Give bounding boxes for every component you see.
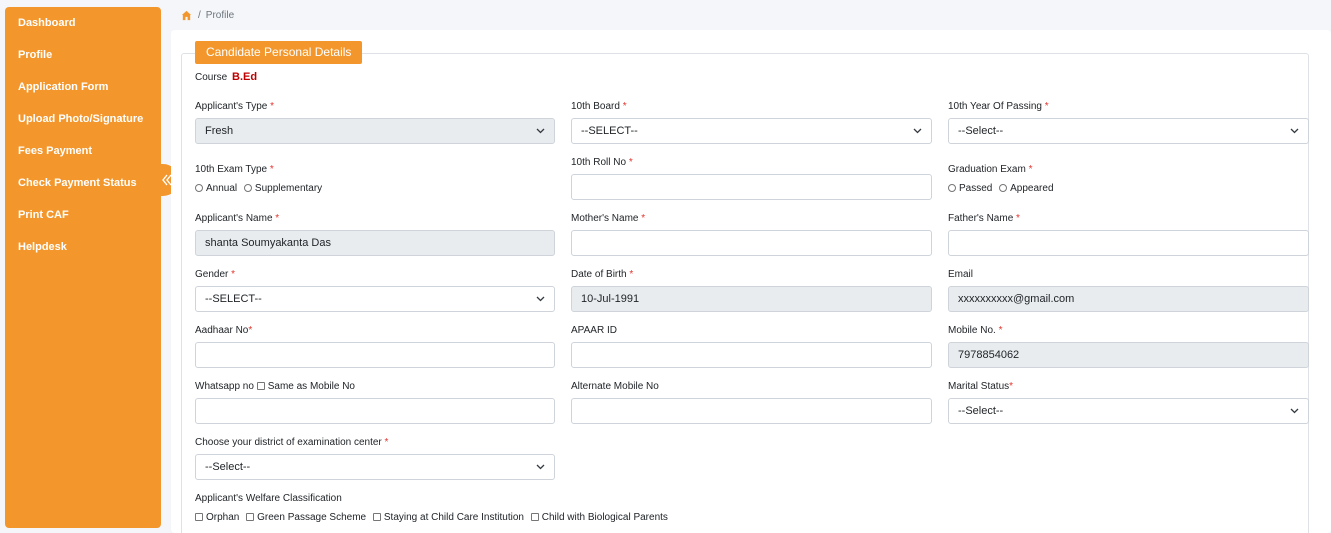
father-name-label: Father's Name * (948, 213, 1020, 224)
board-10th-select[interactable]: --SELECT-- (571, 118, 932, 144)
sidebar-item-helpdesk[interactable]: Helpdesk (5, 231, 161, 263)
course-info: Course B.Ed (195, 71, 257, 83)
checkbox-icon[interactable] (256, 382, 265, 390)
checkbox-icon[interactable] (530, 513, 539, 521)
course-value: B.Ed (232, 71, 258, 83)
radio-icon[interactable] (999, 184, 1008, 192)
welfare-biological-parents-option[interactable]: Child with Biological Parents (530, 512, 668, 523)
sidebar-item-dashboard[interactable]: Dashboard (5, 7, 161, 39)
marital-status-select[interactable]: --Select-- (948, 398, 1309, 424)
chevron-down-icon (536, 464, 545, 470)
applicant-name-label: Applicant's Name * (195, 213, 280, 224)
breadcrumb-separator: / (198, 9, 201, 21)
radio-icon[interactable] (195, 184, 203, 192)
email-input[interactable]: xxxxxxxxxx@gmail.com (948, 286, 1309, 312)
whatsapp-input[interactable] (195, 398, 555, 424)
section-title: Candidate Personal Details (195, 41, 363, 64)
graduation-exam-options: Passed Appeared (948, 183, 1058, 194)
father-name-input[interactable] (948, 230, 1309, 256)
apaar-label: APAAR ID (571, 325, 617, 336)
sidebar-item-upload-photo-signature[interactable]: Upload Photo/Signature (5, 103, 161, 135)
graduation-passed-option[interactable]: Passed (948, 183, 992, 194)
roll-10th-input[interactable] (571, 174, 932, 200)
chevron-down-icon (1290, 408, 1299, 414)
chevron-down-icon (536, 296, 545, 302)
sidebar-item-application-form[interactable]: Application Form (5, 71, 161, 103)
exam-type-10th-options: Annual Supplementary (195, 183, 326, 194)
aadhaar-input[interactable] (195, 342, 555, 368)
chevron-down-icon (1290, 128, 1299, 134)
breadcrumb: / Profile (181, 8, 234, 22)
gender-select[interactable]: --SELECT-- (195, 286, 555, 312)
dob-label: Date of Birth * (571, 269, 634, 280)
welfare-label: Applicant's Welfare Classification (195, 493, 342, 504)
main-card: Candidate Personal Details Course B.Ed A… (171, 30, 1331, 533)
exam-type-10th-label: 10th Exam Type * (195, 164, 274, 175)
welfare-options: Orphan Green Passage Scheme Staying at C… (195, 512, 672, 523)
exam-type-supplementary-option[interactable]: Supplementary (243, 183, 322, 194)
roll-10th-label: 10th Roll No * (571, 157, 633, 168)
marital-status-label: Marital Status* (948, 381, 1014, 392)
applicant-type-label: Applicant's Type * (195, 101, 275, 112)
breadcrumb-current: Profile (205, 9, 235, 21)
mobile-label: Mobile No. * (948, 325, 1003, 336)
welfare-orphan-option[interactable]: Orphan (195, 512, 239, 523)
same-as-mobile-checkbox[interactable]: Same as Mobile No (256, 381, 355, 392)
alt-mobile-input[interactable] (571, 398, 932, 424)
gender-label: Gender * (195, 269, 236, 280)
graduation-appeared-option[interactable]: Appeared (999, 183, 1054, 194)
board-10th-label: 10th Board * (571, 101, 627, 112)
alt-mobile-label: Alternate Mobile No (571, 381, 659, 392)
apaar-input[interactable] (571, 342, 932, 368)
mother-name-label: Mother's Name * (571, 213, 646, 224)
sidebar-item-print-caf[interactable]: Print CAF (5, 199, 161, 231)
chevron-down-icon (536, 128, 545, 134)
year-10th-select[interactable]: --Select-- (948, 118, 1309, 144)
exam-type-annual-option[interactable]: Annual (195, 183, 237, 194)
dob-input[interactable]: 10-Jul-1991 (571, 286, 932, 312)
mother-name-input[interactable] (571, 230, 932, 256)
sidebar-item-fees-payment[interactable]: Fees Payment (5, 135, 161, 167)
radio-icon[interactable] (948, 184, 956, 192)
year-10th-label: 10th Year Of Passing * (948, 101, 1049, 112)
mobile-input[interactable]: 7978854062 (948, 342, 1309, 368)
radio-icon[interactable] (243, 184, 252, 192)
aadhaar-label: Aadhaar No* (195, 325, 253, 336)
graduation-exam-label: Graduation Exam * (948, 164, 1033, 175)
district-select[interactable]: --Select-- (195, 454, 555, 480)
applicant-name-input[interactable]: shanta Soumyakanta Das (195, 230, 555, 256)
chevron-down-icon (913, 128, 922, 134)
welfare-green-passage-option[interactable]: Green Passage Scheme (246, 512, 366, 523)
course-label: Course (195, 72, 228, 83)
checkbox-icon[interactable] (246, 513, 255, 521)
checkbox-icon[interactable] (372, 513, 381, 521)
applicant-type-select[interactable]: Fresh (195, 118, 555, 144)
sidebar-item-check-payment-status[interactable]: Check Payment Status (5, 167, 161, 199)
whatsapp-label: Whatsapp no Same as Mobile No (195, 381, 355, 392)
sidebar-item-profile[interactable]: Profile (5, 39, 161, 71)
email-label: Email (948, 269, 974, 280)
checkbox-icon[interactable] (195, 513, 203, 521)
home-icon[interactable] (181, 10, 192, 21)
district-label: Choose your district of examination cent… (195, 437, 389, 448)
welfare-child-care-option[interactable]: Staying at Child Care Institution (372, 512, 524, 523)
sidebar: Dashboard Profile Application Form Uploa… (5, 7, 161, 528)
